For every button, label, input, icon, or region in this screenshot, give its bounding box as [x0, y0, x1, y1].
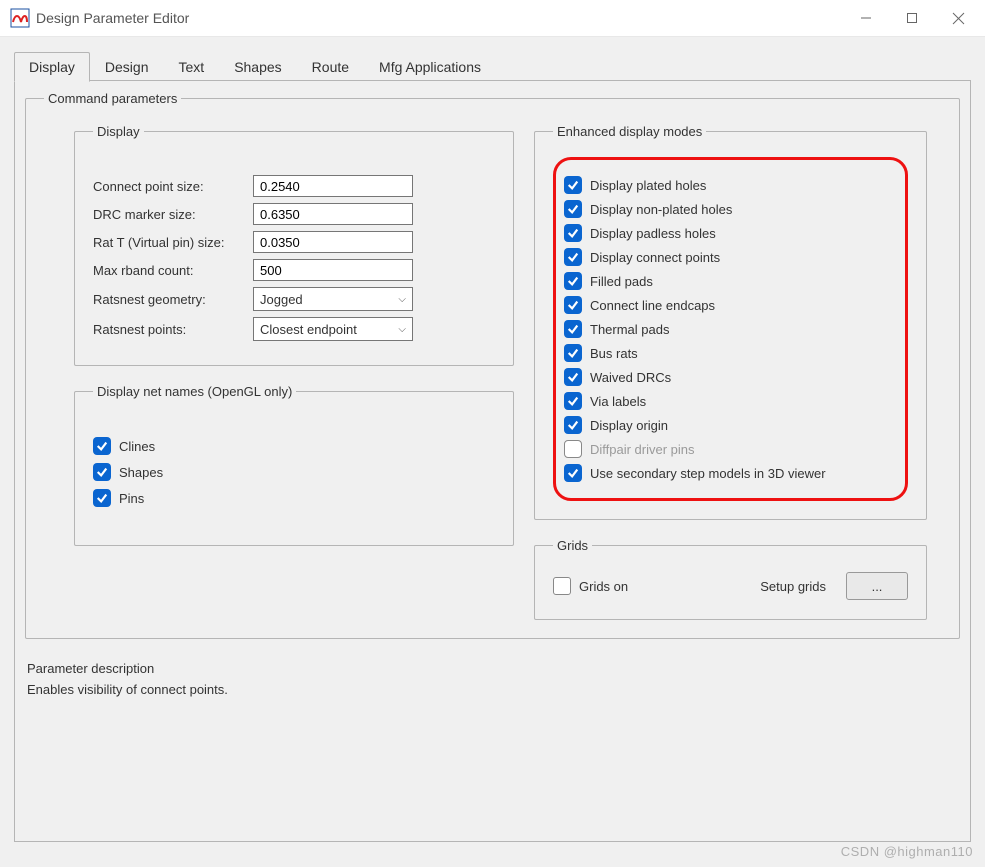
group-grids: Grids Grids on Setup grids ...	[534, 538, 927, 620]
enhanced-checkbox-4[interactable]	[564, 272, 582, 290]
group-parameter-description: Parameter description Enables visibility…	[27, 661, 960, 697]
parameter-description-text: Enables visibility of connect points.	[27, 682, 960, 697]
enhanced-label-7: Bus rats	[590, 346, 638, 361]
group-enhanced-display-modes: Enhanced display modes Display plated ho…	[534, 124, 927, 520]
enhanced-label-2: Display padless holes	[590, 226, 716, 241]
titlebar: Design Parameter Editor	[0, 0, 985, 37]
tab-display[interactable]: Display	[14, 52, 90, 82]
enhanced-checkbox-5[interactable]	[564, 296, 582, 314]
input-drc-marker-size[interactable]	[253, 203, 413, 225]
enhanced-checkbox-11	[564, 440, 582, 458]
tab-route[interactable]: Route	[297, 52, 364, 82]
app-window: Design Parameter Editor Display Design T…	[0, 0, 985, 867]
tab-text[interactable]: Text	[164, 52, 220, 82]
select-ratsnest-geometry-value: Jogged	[260, 292, 303, 307]
enhanced-checkbox-2[interactable]	[564, 224, 582, 242]
maximize-button[interactable]	[889, 0, 935, 36]
label-setup-grids: Setup grids	[760, 579, 826, 594]
tab-design[interactable]: Design	[90, 52, 164, 82]
enhanced-checkbox-6[interactable]	[564, 320, 582, 338]
select-ratsnest-geometry[interactable]: Jogged ⌵	[253, 287, 413, 311]
enhanced-label-0: Display plated holes	[590, 178, 706, 193]
enhanced-checkbox-0[interactable]	[564, 176, 582, 194]
app-icon	[10, 8, 30, 28]
enhanced-label-3: Display connect points	[590, 250, 720, 265]
input-connect-point-size[interactable]	[253, 175, 413, 197]
label-rat-t-size: Rat T (Virtual pin) size:	[93, 235, 253, 250]
content-area: Display Design Text Shapes Route Mfg App…	[0, 37, 985, 842]
select-ratsnest-points[interactable]: Closest endpoint ⌵	[253, 317, 413, 341]
checkbox-grids-on[interactable]	[553, 577, 571, 595]
enhanced-label-4: Filled pads	[590, 274, 653, 289]
label-connect-point-size: Connect point size:	[93, 179, 253, 194]
tab-bar: Display Design Text Shapes Route Mfg App…	[14, 51, 971, 81]
group-command-parameters: Command parameters Display Connect point…	[25, 91, 960, 639]
netnames-checkbox-0[interactable]	[93, 437, 111, 455]
chevron-down-icon: ⌵	[398, 324, 406, 335]
group-display-net-names-legend: Display net names (OpenGL only)	[93, 384, 296, 399]
select-ratsnest-points-value: Closest endpoint	[260, 322, 357, 337]
label-max-rband-count: Max rband count:	[93, 263, 253, 278]
group-display: Display Connect point size: DRC marker s…	[74, 124, 514, 366]
enhanced-checkbox-9[interactable]	[564, 392, 582, 410]
label-ratsnest-points: Ratsnest points:	[93, 322, 253, 337]
window-title: Design Parameter Editor	[36, 10, 189, 26]
chevron-down-icon: ⌵	[398, 294, 406, 305]
tab-mfg-applications[interactable]: Mfg Applications	[364, 52, 496, 82]
group-grids-legend: Grids	[553, 538, 592, 553]
group-enhanced-legend: Enhanced display modes	[553, 124, 706, 139]
label-drc-marker-size: DRC marker size:	[93, 207, 253, 222]
label-grids-on: Grids on	[579, 579, 628, 594]
group-display-legend: Display	[93, 124, 144, 139]
enhanced-label-5: Connect line endcaps	[590, 298, 715, 313]
watermark: CSDN @highman110	[841, 844, 973, 859]
enhanced-label-11: Diffpair driver pins	[590, 442, 695, 457]
enhanced-label-1: Display non-plated holes	[590, 202, 732, 217]
tab-shapes[interactable]: Shapes	[219, 52, 296, 82]
input-rat-t-size[interactable]	[253, 231, 413, 253]
group-command-parameters-legend: Command parameters	[44, 91, 181, 106]
enhanced-label-8: Waived DRCs	[590, 370, 671, 385]
enhanced-label-12: Use secondary step models in 3D viewer	[590, 466, 826, 481]
enhanced-label-10: Display origin	[590, 418, 668, 433]
enhanced-checkbox-8[interactable]	[564, 368, 582, 386]
highlight-annotation: Display plated holes Display non-plated h…	[553, 157, 908, 501]
netnames-label-0: Clines	[119, 439, 155, 454]
enhanced-checkbox-12[interactable]	[564, 464, 582, 482]
minimize-button[interactable]	[843, 0, 889, 36]
enhanced-checkbox-1[interactable]	[564, 200, 582, 218]
enhanced-checkbox-10[interactable]	[564, 416, 582, 434]
netnames-checkbox-2[interactable]	[93, 489, 111, 507]
input-max-rband-count[interactable]	[253, 259, 413, 281]
netnames-label-1: Shapes	[119, 465, 163, 480]
parameter-description-heading: Parameter description	[27, 661, 960, 676]
tab-panel-display: Command parameters Display Connect point…	[14, 81, 971, 842]
button-setup-grids[interactable]: ...	[846, 572, 908, 600]
enhanced-label-6: Thermal pads	[590, 322, 669, 337]
enhanced-checkbox-7[interactable]	[564, 344, 582, 362]
close-button[interactable]	[935, 0, 981, 36]
netnames-label-2: Pins	[119, 491, 144, 506]
enhanced-checkbox-3[interactable]	[564, 248, 582, 266]
enhanced-label-9: Via labels	[590, 394, 646, 409]
label-ratsnest-geometry: Ratsnest geometry:	[93, 292, 253, 307]
netnames-checkbox-1[interactable]	[93, 463, 111, 481]
system-buttons	[843, 0, 981, 36]
group-display-net-names: Display net names (OpenGL only) Clines Sh…	[74, 384, 514, 546]
